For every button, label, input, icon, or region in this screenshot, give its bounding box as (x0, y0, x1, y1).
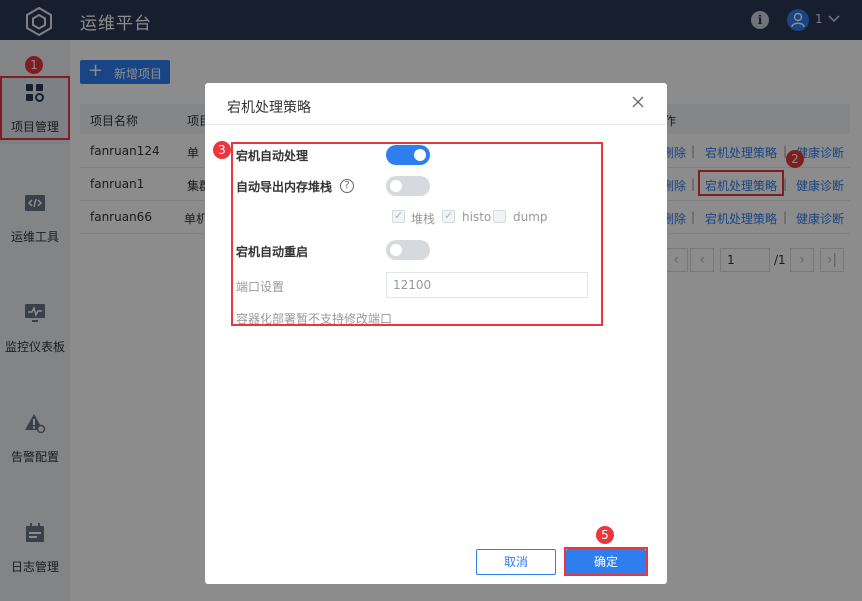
dialog-title: 宕机处理策略 (227, 100, 311, 116)
dialog-header: 宕机处理策略 (205, 83, 667, 125)
annotation-badge: 3 (213, 141, 231, 159)
close-icon[interactable] (631, 95, 645, 109)
cancel-button[interactable]: 取消 (476, 549, 556, 575)
annotation-badge: 5 (596, 526, 614, 544)
annotation-highlight (564, 547, 648, 576)
annotation-highlight (231, 142, 603, 326)
